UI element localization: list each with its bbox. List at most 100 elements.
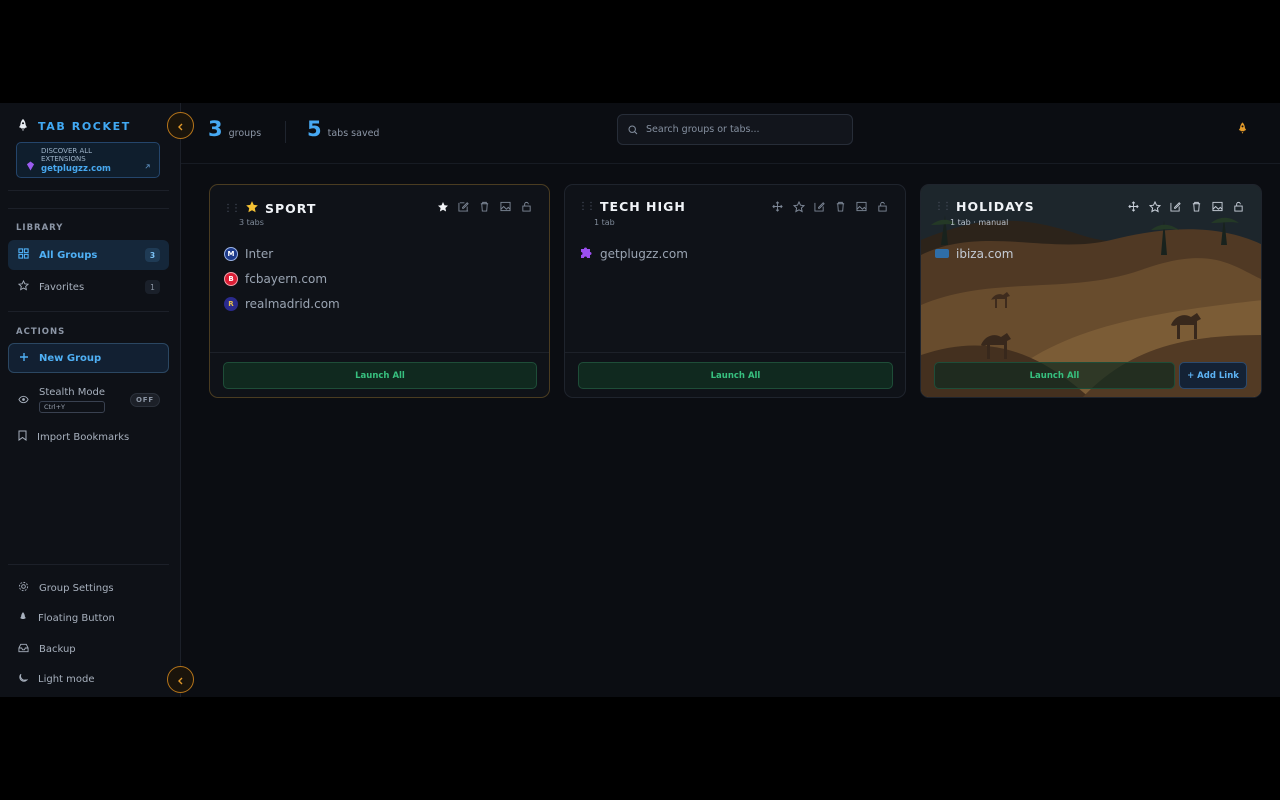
star-icon[interactable] [1149,201,1161,213]
group-subtitle: 1 tab [594,218,615,227]
sidebar-item-label: All Groups [39,249,98,261]
search-box[interactable] [617,114,853,145]
stealth-mode-toggle[interactable]: Stealth Mode Ctrl+Y OFF [8,384,169,418]
new-group-button[interactable]: New Group [8,343,169,373]
plus-icon [19,352,29,365]
favorite-star-icon[interactable] [437,201,449,213]
image-icon[interactable] [856,201,868,213]
edit-icon[interactable] [814,201,826,213]
sidebar-item-label: Favorites [39,281,85,293]
collapse-sidebar-button[interactable] [167,112,194,139]
sidebar-item-label: Group Settings [39,582,114,594]
sidebar-item-favorites[interactable]: Favorites 1 [8,272,169,302]
group-subtitle: 3 tabs [239,218,264,227]
promo-url: getplugzz.com [41,164,111,174]
sidebar-item-label: Backup [39,643,76,655]
tab-link-label: fcbayern.com [245,271,328,286]
card-actions [772,201,889,213]
trash-icon[interactable] [1191,201,1203,213]
launch-all-button[interactable]: Launch All [934,362,1175,389]
lock-icon[interactable] [877,201,889,213]
tab-link-label: realmadrid.com [245,296,340,311]
stat-separator [285,121,286,143]
image-icon[interactable] [500,201,512,213]
stealth-text: Stealth Mode Ctrl+Y [39,387,106,413]
promo-text: DISCOVER ALL EXTENSIONS [41,147,93,163]
edit-icon[interactable] [458,201,470,213]
sidebar-item-floating-button[interactable]: Floating Button [8,603,169,633]
sidebar-item-group-settings[interactable]: Group Settings [8,573,169,603]
chevron-left-icon [177,670,184,689]
drag-handle-icon[interactable]: ⋮⋮ [934,201,952,212]
trash-icon[interactable] [479,201,491,213]
tabs-label: tabs saved [327,128,380,139]
group-card-sport[interactable]: ⋮⋮ SPORT 3 tabs M Inter B fcbayern.com R… [209,184,550,398]
groups-stat: 3 groups [208,117,261,141]
moon-icon [18,673,29,686]
puzzle-icon [579,245,593,262]
brand-title: TAB ROCKET [38,120,131,133]
card-actions [437,201,533,213]
brand[interactable]: TAB ROCKET [16,117,131,136]
chevron-left-icon [177,116,184,135]
import-bookmarks-label: Import Bookmarks [37,431,130,443]
promo-banner[interactable]: DISCOVER ALL EXTENSIONS getplugzz.com [16,142,160,178]
drag-handle-icon[interactable]: ⋮⋮ [223,203,241,214]
count-badge: 3 [145,248,160,262]
tab-link[interactable]: M Inter [224,241,340,266]
grid-icon [18,248,29,262]
external-link-icon [144,155,151,174]
realmadrid-favicon-icon: R [224,296,238,311]
import-bookmarks-button[interactable]: Import Bookmarks [8,422,169,452]
card-footer: Launch All [565,352,905,397]
divider [8,311,169,312]
group-card-holidays[interactable]: ⋮⋮ HOLIDAYS 1 tab · manual ibiza.com Lau… [920,184,1262,398]
tab-link-label: ibiza.com [956,246,1014,261]
trash-icon[interactable] [835,201,847,213]
sidebar-item-label: Floating Button [38,612,115,624]
stealth-label: Stealth Mode [39,387,106,398]
sidebar-item-light-mode[interactable]: Light mode [8,664,169,694]
lock-icon[interactable] [521,201,533,213]
edit-icon[interactable] [1170,201,1182,213]
main-content: 3 groups 5 tabs saved Search groups or t… [181,103,1280,697]
rocket-icon [18,611,28,625]
move-icon[interactable] [1128,201,1140,213]
new-group-label: New Group [39,352,102,364]
search-input[interactable] [646,124,841,135]
tab-link-label: Inter [245,246,274,261]
fcbayern-favicon-icon: B [224,271,238,286]
tab-link[interactable]: ibiza.com [935,241,1013,266]
card-footer: Launch All + Add Link [921,352,1261,397]
launch-all-button[interactable]: Launch All [578,362,893,389]
tabs-stat: 5 tabs saved [307,117,379,141]
plug-icon [26,156,35,175]
add-link-button[interactable]: + Add Link [1179,362,1247,389]
floating-rocket-button[interactable] [1236,120,1249,139]
collapse-sidebar-button-bottom[interactable] [167,666,194,693]
tab-link[interactable]: B fcbayern.com [224,266,340,291]
inter-favicon-icon: M [224,246,238,261]
image-icon[interactable] [1212,201,1224,213]
stealth-state[interactable]: OFF [130,393,160,407]
move-icon[interactable] [772,201,784,213]
tab-link[interactable]: getplugzz.com [579,241,688,266]
actions-label: ACTIONS [16,327,66,337]
inbox-icon [18,643,29,656]
tab-link[interactable]: R realmadrid.com [224,291,340,316]
sidebar-item-all-groups[interactable]: All Groups 3 [8,240,169,270]
lock-icon[interactable] [1233,201,1245,213]
count-badge: 1 [145,280,160,294]
star-icon [17,279,30,294]
card-footer: Launch All [210,352,549,397]
card-header: ⋮⋮ SPORT [223,199,316,218]
card-header: ⋮⋮ TECH HIGH [578,199,686,214]
star-icon[interactable] [793,201,805,213]
group-card-tech-high[interactable]: ⋮⋮ TECH HIGH 1 tab getplugzz.com Launch … [564,184,906,398]
sidebar-item-backup[interactable]: Backup [8,634,169,664]
bookmark-icon [18,430,27,444]
drag-handle-icon[interactable]: ⋮⋮ [578,201,596,212]
group-title: TECH HIGH [600,199,686,214]
launch-all-button[interactable]: Launch All [223,362,537,389]
divider [8,190,169,191]
